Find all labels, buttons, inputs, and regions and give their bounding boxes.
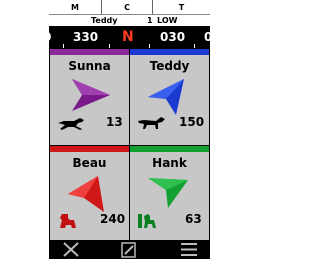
dog-name: Hank bbox=[152, 156, 187, 170]
mode-bar: M C T bbox=[49, 0, 210, 14]
dog-distance: 63 bbox=[185, 212, 202, 226]
compass-heading-right: 030 bbox=[160, 30, 186, 44]
dog-name: Beau bbox=[72, 156, 107, 170]
dog-color-bar bbox=[50, 49, 129, 55]
selected-dog-count: 1 bbox=[147, 16, 153, 25]
mode-c[interactable]: C bbox=[102, 0, 152, 14]
dog-tile-beau[interactable]: Beau 240 bbox=[50, 146, 129, 240]
dog-color-bar bbox=[130, 146, 209, 152]
dog-color-bar bbox=[130, 49, 209, 55]
compass-left-partial: 0 bbox=[49, 30, 51, 44]
bottom-toolbar bbox=[49, 240, 210, 259]
mode-m[interactable]: M bbox=[49, 0, 101, 14]
dog-tile-sunna[interactable]: Sunna 13 bbox=[50, 49, 129, 145]
compass-right-partial: 0 bbox=[204, 30, 210, 44]
device-screen: M C T Teddy 1 LOW 0 330 N 030 0 Sunna 13 bbox=[49, 0, 210, 259]
selected-dog-row: Teddy 1 LOW bbox=[49, 14, 210, 26]
edit-page-icon[interactable] bbox=[119, 241, 139, 258]
dog-distance: 240 bbox=[100, 212, 126, 226]
battery-status: LOW bbox=[157, 16, 178, 25]
pointing-dog-icon bbox=[138, 117, 165, 129]
mode-t[interactable]: T bbox=[153, 0, 210, 14]
dog-tile-hank[interactable]: Hank 63 bbox=[130, 146, 209, 240]
dog-name: Sunna bbox=[68, 59, 111, 73]
compass-strip: 0 330 N 030 0 bbox=[49, 26, 210, 48]
dog-distance: 13 bbox=[106, 115, 123, 129]
dog-tile-teddy[interactable]: Teddy 150 bbox=[130, 49, 209, 145]
treed-dog-icon bbox=[138, 214, 156, 228]
menu-icon[interactable] bbox=[179, 241, 199, 258]
close-icon[interactable] bbox=[61, 241, 81, 258]
dog-name: Teddy bbox=[149, 59, 190, 73]
direction-arrow-icon bbox=[148, 178, 188, 208]
compass-heading-left: 330 bbox=[73, 30, 99, 44]
sitting-dog-icon bbox=[60, 214, 76, 228]
compass-north: N bbox=[122, 29, 134, 45]
running-dog-icon bbox=[58, 118, 84, 130]
direction-arrow-icon bbox=[68, 176, 104, 212]
dog-color-bar bbox=[50, 146, 129, 152]
direction-arrow-icon bbox=[72, 79, 110, 111]
direction-arrow-icon bbox=[148, 79, 184, 115]
dog-distance: 150 bbox=[179, 115, 205, 129]
selected-dog-name: Teddy bbox=[91, 16, 118, 25]
